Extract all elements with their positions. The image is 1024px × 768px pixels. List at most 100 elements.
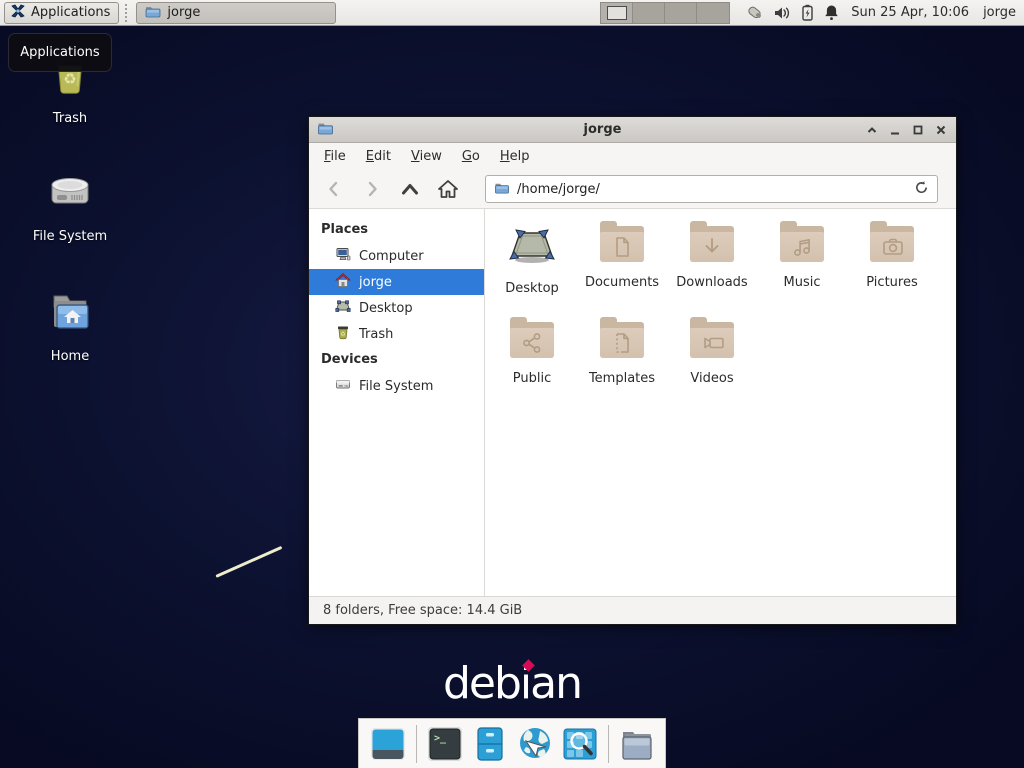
dock-separator: [608, 725, 609, 763]
file-item-label: Music: [784, 275, 821, 290]
location-input[interactable]: /home/jorge/: [517, 182, 907, 197]
desktop-surface-icon: [508, 221, 556, 273]
home-icon: [335, 272, 351, 292]
menu-help[interactable]: Help: [491, 145, 539, 168]
window-controls: [865, 123, 948, 137]
home-button[interactable]: [433, 175, 463, 203]
shade-button[interactable]: [865, 123, 879, 137]
folder-icon-pictures: [869, 221, 915, 267]
titlebar[interactable]: jorge: [309, 117, 956, 143]
panel-handle[interactable]: [125, 4, 130, 22]
sidebar-item-jorge[interactable]: jorge: [309, 269, 484, 295]
file-item-label: Downloads: [676, 275, 747, 290]
window-title: jorge: [340, 122, 865, 137]
tooltip-text: Applications: [20, 45, 99, 60]
file-item-desktop[interactable]: Desktop: [487, 219, 577, 315]
sidebar-item-label: Computer: [359, 249, 424, 264]
file-item-documents[interactable]: Documents: [577, 219, 667, 315]
applications-menu-button[interactable]: Applications: [4, 2, 119, 24]
volume-icon[interactable]: [774, 5, 791, 21]
menu-view[interactable]: View: [402, 145, 451, 168]
hard-drive-icon: [45, 168, 95, 222]
sidebar-item-computer[interactable]: Computer: [309, 243, 484, 269]
file-item-videos[interactable]: Videos: [667, 315, 757, 411]
up-button[interactable]: [395, 175, 425, 203]
desktop-line-artifact: [215, 546, 282, 578]
application-finder-launcher[interactable]: [561, 725, 599, 763]
file-item-downloads[interactable]: Downloads: [667, 219, 757, 315]
taskbar-window-label: jorge: [167, 5, 200, 20]
reload-icon[interactable]: [914, 180, 929, 199]
back-button[interactable]: [319, 175, 349, 203]
workspace-2[interactable]: [633, 3, 665, 23]
close-button[interactable]: [934, 123, 948, 137]
home-folder-icon: [45, 288, 95, 342]
toolbar: /home/jorge/: [309, 170, 956, 209]
file-manager-launcher[interactable]: [471, 725, 509, 763]
forward-button[interactable]: [357, 175, 387, 203]
desktop-icon-label: Trash: [53, 111, 87, 126]
panel-username[interactable]: jorge: [983, 5, 1016, 20]
sidebar-item-label: jorge: [359, 275, 392, 290]
sidebar-item-file-system[interactable]: File System: [309, 373, 484, 399]
directory-menu-launcher[interactable]: [618, 725, 656, 763]
folder-icon-videos: [689, 317, 735, 363]
menu-go[interactable]: Go: [453, 145, 489, 168]
desktop-surface-icon: [335, 298, 351, 318]
file-item-label: Documents: [585, 275, 659, 290]
file-item-music[interactable]: Music: [757, 219, 847, 315]
file-item-templates[interactable]: Templates: [577, 315, 667, 411]
sidebar-item-label: File System: [359, 379, 433, 394]
desktop-icon-home[interactable]: Home: [8, 288, 132, 364]
sidebar-item-desktop[interactable]: Desktop: [309, 295, 484, 321]
file-item-public[interactable]: Public: [487, 315, 577, 411]
menu-edit[interactable]: Edit: [357, 145, 400, 168]
statusbar: 8 folders, Free space: 14.4 GiB: [309, 596, 956, 624]
pathbar-folder-icon: [494, 180, 510, 199]
xfce-logo-icon: [10, 3, 26, 23]
folder-icon-public: [509, 317, 555, 363]
workspace-4[interactable]: [697, 3, 729, 23]
desktop-icon-label: File System: [33, 229, 107, 244]
file-item-label: Templates: [589, 371, 655, 386]
menubar: File Edit View Go Help: [309, 143, 956, 170]
removable-device-icon[interactable]: [744, 4, 764, 22]
folder-icon-downloads: [689, 221, 735, 267]
file-item-label: Videos: [690, 371, 733, 386]
sidebar-item-label: Desktop: [359, 301, 413, 316]
file-item-pictures[interactable]: Pictures: [847, 219, 937, 315]
svg-text:♻: ♻: [340, 331, 345, 338]
folder-icon-music: [779, 221, 825, 267]
top-panel: Applications jorge: [0, 0, 1024, 26]
show-desktop-button[interactable]: [369, 725, 407, 763]
sidebar-item-trash[interactable]: ♻ Trash: [309, 321, 484, 347]
panel-clock[interactable]: Sun 25 Apr, 10:06: [851, 5, 969, 20]
maximize-button[interactable]: [911, 123, 925, 137]
workspace-3[interactable]: [665, 3, 697, 23]
taskbar-folder-icon: [145, 3, 161, 23]
debian-logo-text: debian: [443, 658, 581, 709]
trash-small-icon: ♻: [335, 324, 351, 344]
file-view[interactable]: Desktop Documents: [485, 209, 956, 596]
sidebar-devices-header: Devices: [309, 347, 484, 373]
terminal-launcher[interactable]: >_: [426, 725, 464, 763]
sidebar-places-header: Places: [309, 217, 484, 243]
location-bar[interactable]: /home/jorge/: [485, 175, 938, 203]
file-manager-window: jorge File Edit View Go Help: [308, 116, 957, 625]
workspace-1[interactable]: [601, 3, 633, 23]
menu-file[interactable]: File: [315, 145, 355, 168]
applications-menu-label: Applications: [31, 5, 110, 20]
desktop-icon-file-system[interactable]: File System: [8, 168, 132, 244]
window-folder-icon: [317, 120, 334, 140]
minimize-button[interactable]: [888, 123, 902, 137]
notification-bell-icon[interactable]: [824, 4, 839, 21]
workspace-window-thumb: [607, 6, 627, 20]
workspace-pager[interactable]: [600, 2, 730, 24]
svg-text:♻: ♻: [63, 70, 76, 88]
battery-icon[interactable]: [801, 4, 814, 21]
web-browser-launcher[interactable]: [516, 725, 554, 763]
sidebar-item-label: Trash: [359, 327, 393, 342]
debian-red-diamond: [522, 659, 535, 672]
taskbar-window-button[interactable]: jorge: [136, 2, 336, 24]
bottom-dock: >_: [358, 718, 666, 768]
